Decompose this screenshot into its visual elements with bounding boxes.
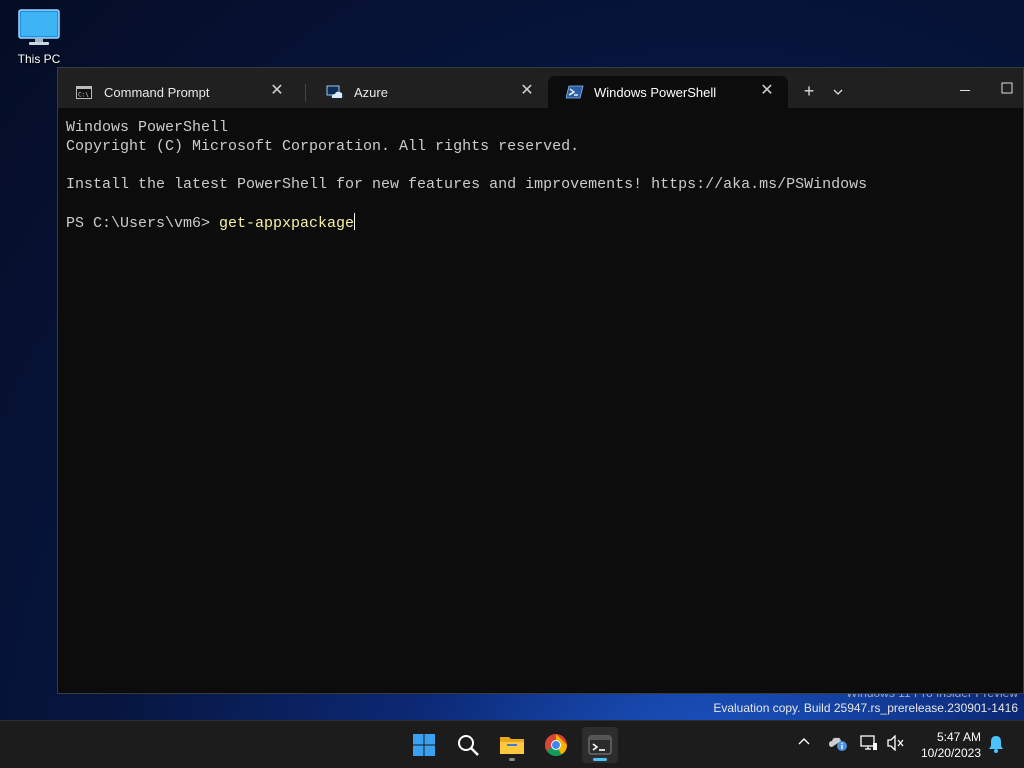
notifications-button[interactable]	[988, 735, 1004, 756]
start-button[interactable]	[406, 727, 442, 763]
chrome-button[interactable]	[538, 727, 574, 763]
show-hidden-icons-button[interactable]	[798, 733, 810, 748]
clock-time: 5:47 AM	[936, 730, 981, 744]
tab-windows-powershell[interactable]: Windows PowerShell ✕	[548, 76, 788, 108]
tab-label: Command Prompt	[104, 84, 210, 100]
bell-icon	[989, 736, 1003, 753]
windows-logo-icon	[413, 734, 435, 756]
command-input[interactable]: get-appxpackage	[219, 215, 354, 232]
onedrive-status-button[interactable]	[828, 735, 848, 754]
chrome-icon	[545, 734, 567, 756]
speaker-muted-icon	[887, 734, 904, 752]
terminal-titlebar[interactable]: C:\ Command Prompt ✕ Azure ✕ Windows Pow…	[58, 68, 1023, 108]
text-cursor	[354, 213, 356, 230]
volume-button[interactable]	[887, 734, 905, 754]
watermark-line-2: Evaluation copy. Build 25947.rs_prerelea…	[713, 701, 1018, 715]
maximize-icon	[1001, 82, 1013, 94]
clock-button[interactable]: 5:47 AM 10/20/2023	[921, 729, 981, 761]
monitor-icon	[18, 9, 60, 45]
console-line: Windows PowerShell	[66, 119, 229, 136]
terminal-window: C:\ Command Prompt ✕ Azure ✕ Windows Pow…	[57, 67, 1024, 694]
folder-icon	[500, 737, 524, 754]
cmd-icon: C:\	[76, 85, 94, 99]
svg-text:C:\: C:\	[78, 91, 89, 98]
file-explorer-button[interactable]	[494, 727, 530, 763]
search-button[interactable]	[450, 727, 486, 763]
desktop-icon-label: This PC	[17, 52, 61, 66]
terminal-icon	[588, 735, 612, 755]
minimize-button[interactable]	[953, 76, 977, 100]
running-indicator	[509, 758, 515, 761]
chevron-up-icon	[798, 738, 810, 745]
cloud-info-icon	[829, 737, 847, 751]
tab-dropdown-button[interactable]	[828, 80, 848, 102]
console-output[interactable]: Windows PowerShell Copyright (C) Microso…	[66, 118, 1015, 233]
maximize-button[interactable]	[995, 76, 1019, 100]
search-icon	[458, 735, 479, 756]
tab-command-prompt[interactable]: C:\ Command Prompt ✕	[58, 76, 298, 108]
console-line: Install the latest PowerShell for new fe…	[66, 176, 868, 193]
tab-azure[interactable]: Azure ✕	[308, 76, 548, 108]
console-line: Copyright (C) Microsoft Corporation. All…	[66, 138, 580, 155]
clock-date: 10/20/2023	[920, 746, 981, 760]
tab-divider	[305, 84, 306, 102]
powershell-icon	[566, 85, 584, 99]
minimize-icon	[960, 90, 970, 91]
network-button[interactable]	[860, 735, 878, 754]
desktop-icon-this-pc[interactable]: This PC	[10, 8, 68, 66]
prompt: PS C:\Users\vm6>	[66, 215, 220, 232]
tab-label: Windows PowerShell	[594, 84, 717, 100]
tab-label: Azure	[354, 84, 388, 100]
close-icon[interactable]: ✕	[758, 82, 776, 100]
terminal-button[interactable]	[582, 727, 618, 763]
close-icon[interactable]: ✕	[268, 82, 286, 100]
close-icon[interactable]: ✕	[518, 82, 536, 100]
active-indicator	[593, 758, 607, 761]
taskbar: 5:47 AM 10/20/2023	[0, 720, 1024, 768]
azure-cloud-icon	[326, 85, 344, 99]
chevron-down-icon	[833, 89, 843, 95]
network-icon	[860, 735, 877, 750]
new-tab-button[interactable]: +	[798, 80, 820, 102]
